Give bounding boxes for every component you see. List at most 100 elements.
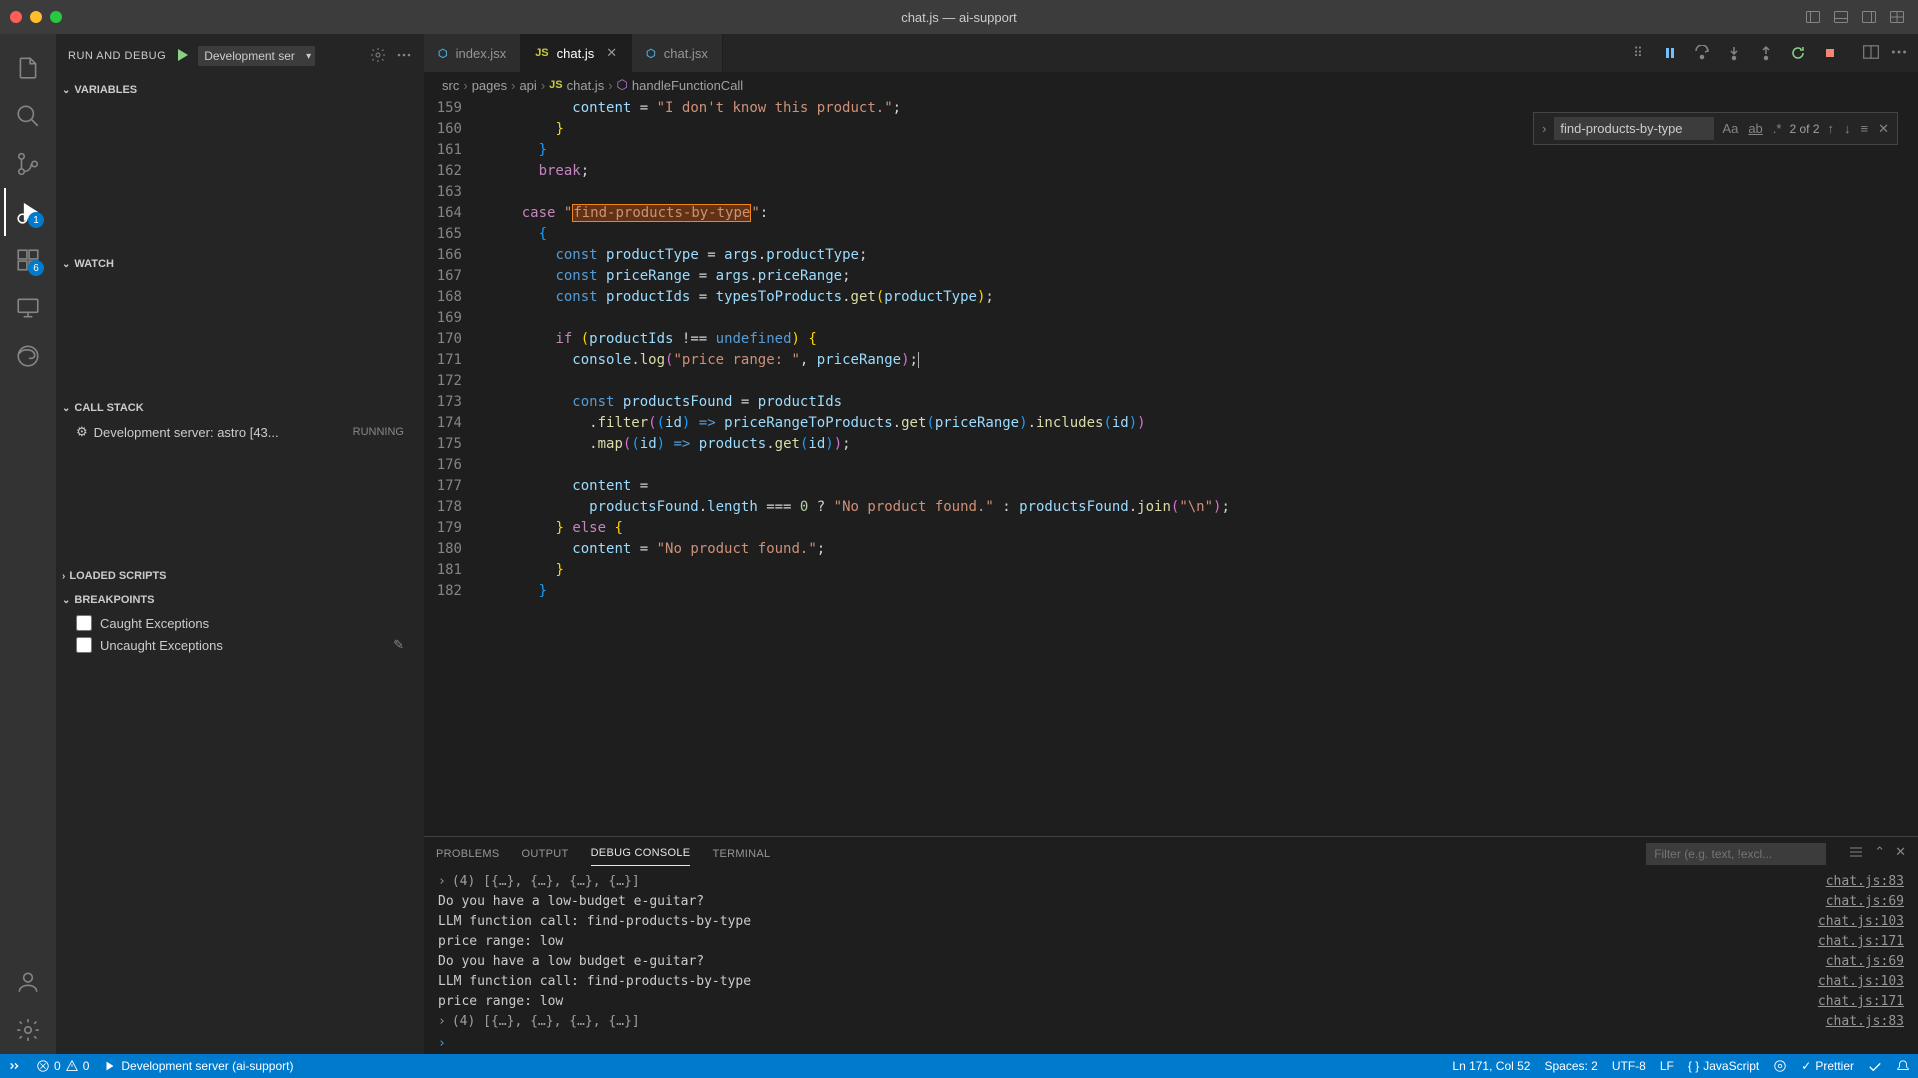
remote-icon[interactable] bbox=[4, 284, 52, 332]
callstack-item[interactable]: ⚙ Development server: astro [43... RUNNI… bbox=[56, 420, 424, 444]
run-debug-icon[interactable]: 1 bbox=[4, 188, 52, 236]
breadcrumb-item[interactable]: pages bbox=[472, 78, 507, 93]
find-close-icon[interactable]: ✕ bbox=[1876, 119, 1891, 139]
search-icon[interactable] bbox=[4, 92, 52, 140]
step-into-button[interactable] bbox=[1722, 41, 1746, 65]
clear-console-icon[interactable] bbox=[1848, 844, 1864, 863]
console-line: Do you have a low-budget e-guitar? bbox=[438, 892, 1826, 912]
pause-button[interactable] bbox=[1658, 41, 1682, 65]
watch-section-header[interactable]: ⌄WATCH bbox=[56, 252, 424, 276]
more-actions-icon[interactable] bbox=[1890, 43, 1908, 64]
settings-icon[interactable] bbox=[370, 47, 386, 66]
panel-maximize-icon[interactable]: ⌃ bbox=[1874, 844, 1885, 863]
expand-icon[interactable]: › bbox=[438, 1012, 446, 1032]
notifications-icon[interactable] bbox=[1896, 1059, 1910, 1073]
account-icon[interactable] bbox=[4, 958, 52, 1006]
console-source[interactable]: chat.js:83 bbox=[1826, 1012, 1904, 1032]
explorer-icon[interactable] bbox=[4, 44, 52, 92]
extensions-icon[interactable]: 6 bbox=[4, 236, 52, 284]
cursor-position[interactable]: Ln 171, Col 52 bbox=[1452, 1059, 1530, 1073]
panel-close-icon[interactable]: ✕ bbox=[1895, 844, 1906, 863]
restart-button[interactable] bbox=[1786, 41, 1810, 65]
errors-warnings[interactable]: 0 0 bbox=[36, 1059, 89, 1073]
breakpoints-section-header[interactable]: ⌄BREAKPOINTS bbox=[56, 588, 424, 612]
minimize-window-button[interactable] bbox=[30, 11, 42, 23]
variables-section-header[interactable]: ⌄VARIABLES bbox=[56, 78, 424, 102]
match-case-icon[interactable]: Aa bbox=[1720, 119, 1740, 138]
loadedscripts-section-header[interactable]: ›LOADED SCRIPTS bbox=[56, 564, 424, 588]
maximize-window-button[interactable] bbox=[50, 11, 62, 23]
panel-right-icon[interactable] bbox=[1858, 6, 1880, 28]
debug-console-tab[interactable]: DEBUG CONSOLE bbox=[591, 841, 691, 866]
console-source[interactable]: chat.js:83 bbox=[1826, 872, 1904, 892]
console-source[interactable]: chat.js:103 bbox=[1818, 972, 1904, 992]
breadcrumb[interactable]: src› pages› api› JSchat.js› ⬡handleFunct… bbox=[424, 72, 1918, 98]
match-word-icon[interactable]: ab bbox=[1746, 119, 1764, 138]
layout-icon[interactable] bbox=[1886, 6, 1908, 28]
watch-label: WATCH bbox=[74, 258, 114, 270]
console-prompt[interactable]: › bbox=[438, 1032, 1904, 1054]
callstack-section-header[interactable]: ⌄CALL STACK bbox=[56, 396, 424, 420]
feedback-icon[interactable] bbox=[1868, 1059, 1882, 1073]
debug-console-output[interactable]: ›(4) [{…}, {…}, {…}, {…}]chat.js:83 Do y… bbox=[424, 870, 1918, 1054]
debug-config-select[interactable]: Development ser bbox=[198, 46, 315, 66]
debug-target[interactable]: Development server (ai-support) bbox=[103, 1059, 293, 1073]
panel-bottom-icon[interactable] bbox=[1830, 6, 1852, 28]
breadcrumb-item[interactable]: handleFunctionCall bbox=[632, 78, 743, 93]
eol[interactable]: LF bbox=[1660, 1059, 1674, 1073]
settings-gear-icon[interactable] bbox=[4, 1006, 52, 1054]
split-editor-icon[interactable] bbox=[1862, 43, 1880, 64]
callstack-status: RUNNING bbox=[353, 426, 404, 438]
expand-icon[interactable]: › bbox=[438, 872, 446, 892]
edge-icon[interactable] bbox=[4, 332, 52, 380]
console-source[interactable]: chat.js:69 bbox=[1826, 952, 1904, 972]
console-source[interactable]: chat.js:171 bbox=[1818, 932, 1904, 952]
tab-label: chat.js bbox=[557, 46, 595, 61]
terminal-tab[interactable]: TERMINAL bbox=[712, 842, 770, 866]
remote-indicator[interactable] bbox=[8, 1059, 22, 1073]
debug-icon: ⚙ bbox=[76, 424, 88, 440]
console-line: LLM function call: find-products-by-type bbox=[438, 972, 1818, 992]
console-source[interactable]: chat.js:103 bbox=[1818, 912, 1904, 932]
problems-tab[interactable]: PROBLEMS bbox=[436, 842, 500, 866]
panel-left-icon[interactable] bbox=[1802, 6, 1824, 28]
caught-exceptions-label: Caught Exceptions bbox=[100, 616, 209, 631]
tabnine-icon[interactable] bbox=[1773, 1059, 1787, 1073]
caught-exceptions-checkbox[interactable] bbox=[76, 615, 92, 631]
language-mode[interactable]: { } JavaScript bbox=[1688, 1059, 1759, 1073]
breadcrumb-item[interactable]: chat.js bbox=[567, 78, 605, 93]
edit-icon[interactable]: ✎ bbox=[393, 637, 404, 653]
console-source[interactable]: chat.js:69 bbox=[1826, 892, 1904, 912]
breadcrumb-item[interactable]: api bbox=[519, 78, 536, 93]
stop-button[interactable] bbox=[1818, 41, 1842, 65]
console-source[interactable]: chat.js:171 bbox=[1818, 992, 1904, 1012]
breakpoint-caught[interactable]: Caught Exceptions bbox=[56, 612, 424, 634]
drag-handle-icon[interactable]: ⠿ bbox=[1626, 41, 1650, 65]
source-control-icon[interactable] bbox=[4, 140, 52, 188]
find-prev-icon[interactable]: ↑ bbox=[1826, 119, 1837, 138]
find-toggle-icon[interactable]: › bbox=[1540, 119, 1548, 138]
tab-chat-js[interactable]: JSchat.js✕ bbox=[521, 34, 632, 72]
tab-index-jsx[interactable]: ⬡index.jsx bbox=[424, 34, 521, 72]
find-input[interactable] bbox=[1554, 117, 1714, 140]
find-selection-icon[interactable]: ≡ bbox=[1859, 119, 1871, 138]
close-window-button[interactable] bbox=[10, 11, 22, 23]
breadcrumb-item[interactable]: src bbox=[442, 78, 459, 93]
output-tab[interactable]: OUTPUT bbox=[522, 842, 569, 866]
breakpoint-uncaught[interactable]: Uncaught Exceptions ✎ bbox=[56, 634, 424, 656]
panel-filter-input[interactable] bbox=[1646, 843, 1826, 865]
encoding[interactable]: UTF-8 bbox=[1612, 1059, 1646, 1073]
indentation[interactable]: Spaces: 2 bbox=[1544, 1059, 1597, 1073]
code-editor[interactable]: 159 content = "I don't know this product… bbox=[424, 98, 1918, 836]
find-next-icon[interactable]: ↓ bbox=[1842, 119, 1853, 138]
step-out-button[interactable] bbox=[1754, 41, 1778, 65]
step-over-button[interactable] bbox=[1690, 41, 1714, 65]
regex-icon[interactable]: .* bbox=[1771, 119, 1784, 138]
prettier-status[interactable]: ✓ Prettier bbox=[1801, 1059, 1854, 1073]
start-debug-button[interactable] bbox=[174, 47, 190, 66]
close-tab-icon[interactable]: ✕ bbox=[606, 45, 617, 61]
tab-chat-jsx[interactable]: ⬡chat.jsx bbox=[632, 34, 723, 72]
uncaught-exceptions-checkbox[interactable] bbox=[76, 637, 92, 653]
more-icon[interactable] bbox=[396, 47, 412, 66]
editor-tabs: ⬡index.jsx JSchat.js✕ ⬡chat.jsx ⠿ bbox=[424, 34, 1918, 72]
